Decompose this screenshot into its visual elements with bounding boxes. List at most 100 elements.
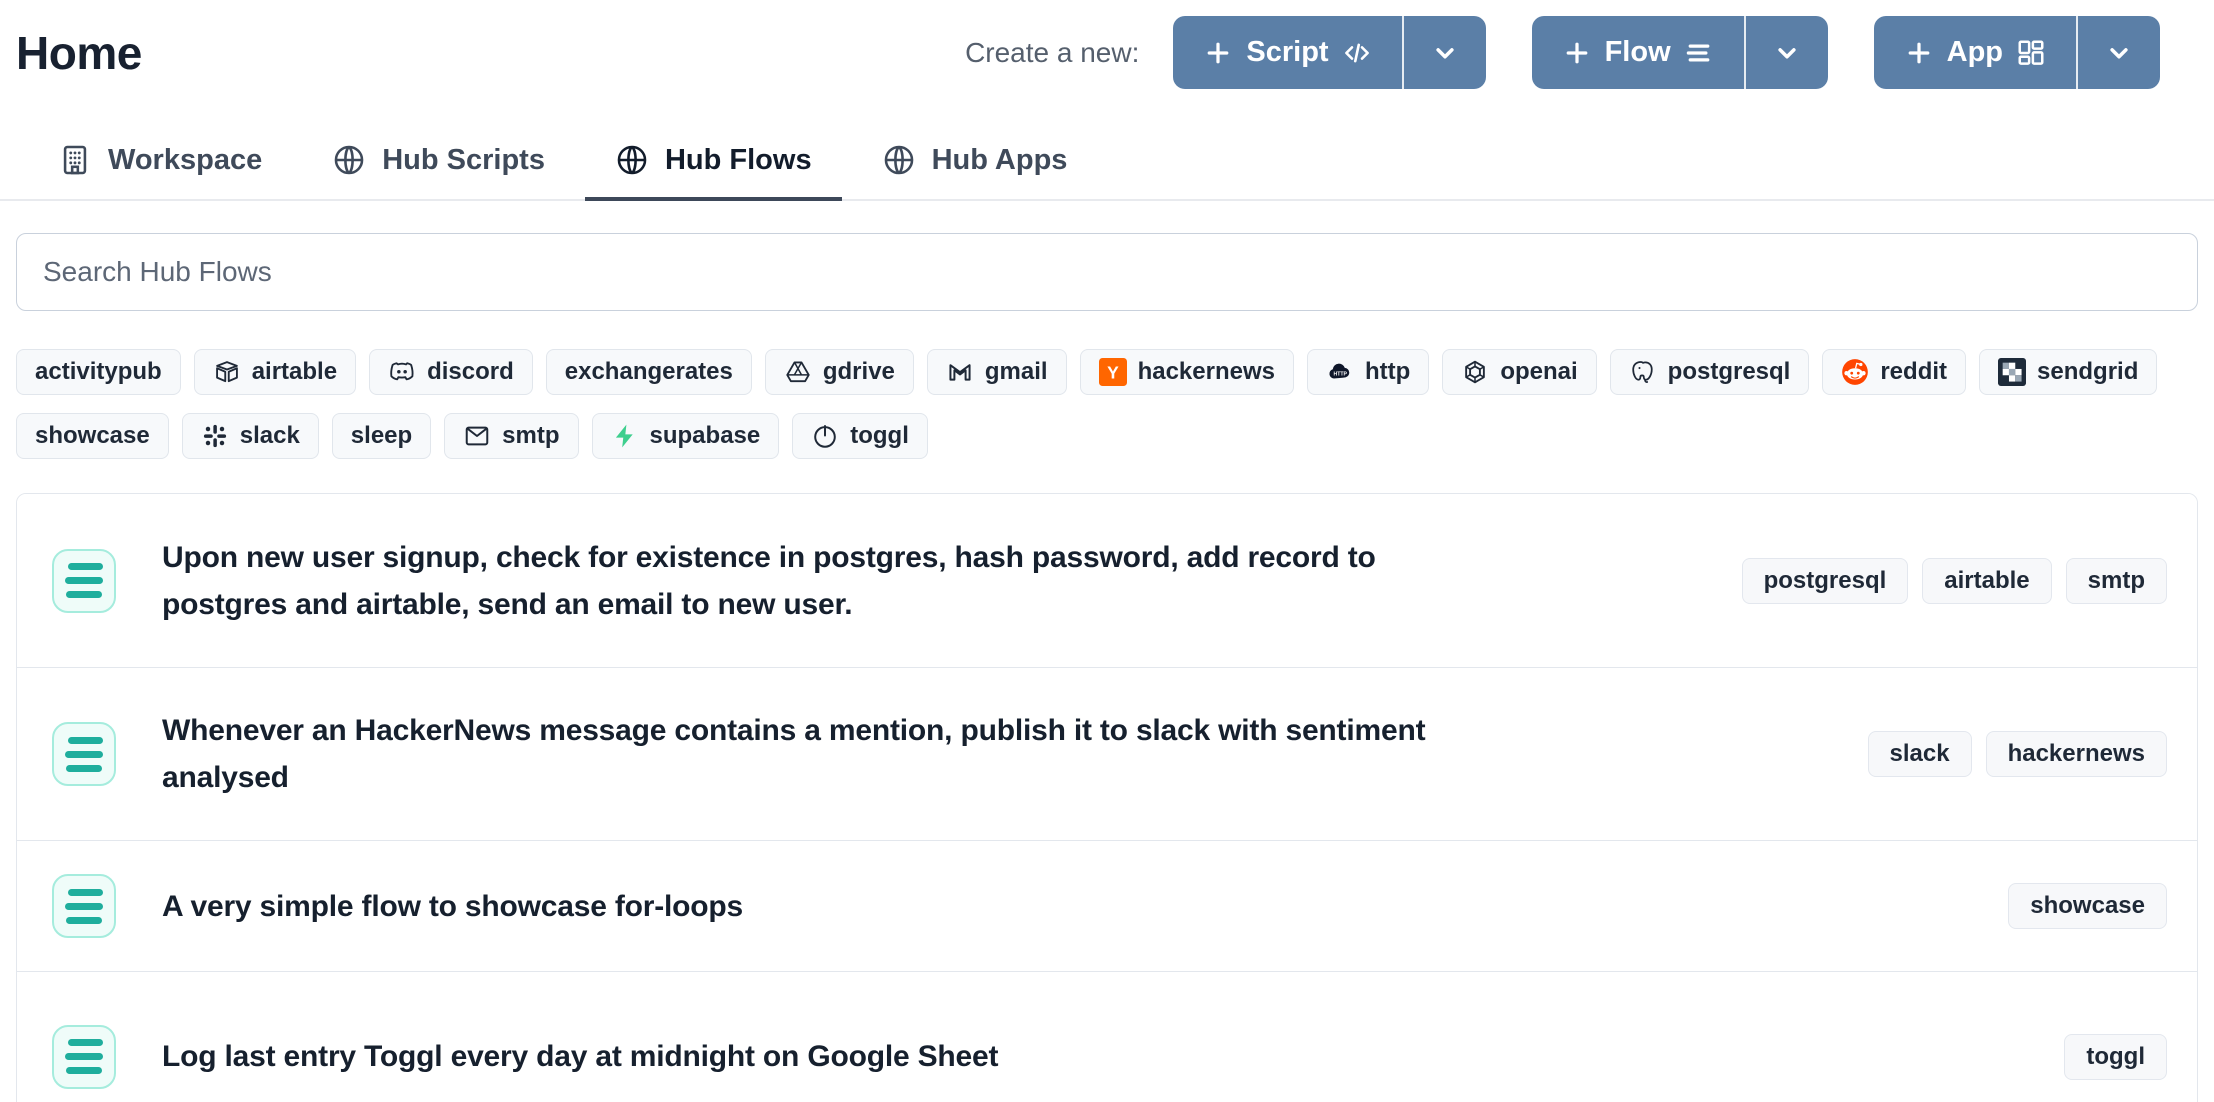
filter-gmail[interactable]: gmail: [927, 349, 1067, 395]
filter-exchangerates[interactable]: exchangerates: [546, 349, 752, 395]
svg-text:Y: Y: [1107, 362, 1119, 382]
flow-row[interactable]: Upon new user signup, check for existenc…: [17, 494, 2197, 667]
http-icon: HTTP: [1326, 358, 1354, 386]
create-new-label: Create a new:: [965, 37, 1139, 69]
flow-tag: postgresql: [1742, 558, 1909, 604]
flow-icon: [52, 874, 116, 938]
filter-supabase[interactable]: supabase: [592, 413, 780, 459]
main-tabs: Workspace Hub Scripts Hub Flows Hub Apps: [0, 123, 2214, 201]
plus-icon: [1904, 38, 1934, 68]
filter-activitypub[interactable]: activitypub: [16, 349, 181, 395]
page-header: Home Create a new: Script Flow: [0, 0, 2214, 93]
filter-reddit[interactable]: reddit: [1822, 349, 1966, 395]
hub-flows-list: Upon new user signup, check for existenc…: [16, 493, 2198, 1102]
flow-row[interactable]: Log last entry Toggl every day at midnig…: [17, 971, 2197, 1102]
flow-tag: slack: [1868, 731, 1972, 777]
flow-title: Whenever an HackerNews message contains …: [162, 707, 1427, 801]
filter-openai[interactable]: openai: [1442, 349, 1596, 395]
flow-title: A very simple flow to showcase for-loops: [162, 883, 743, 930]
globe-icon: [615, 143, 649, 177]
flow-row[interactable]: A very simple flow to showcase for-loops…: [17, 840, 2197, 971]
flow-title: Log last entry Toggl every day at midnig…: [162, 1033, 998, 1080]
flow-tags: showcase: [2008, 883, 2167, 929]
supabase-icon: [611, 422, 639, 450]
search-section: [16, 233, 2198, 311]
globe-icon: [882, 143, 916, 177]
discord-icon: [388, 358, 416, 386]
flow-icon: [52, 549, 116, 613]
filter-pills: activitypub airtable discord exchangerat…: [16, 349, 2198, 459]
filter-discord[interactable]: discord: [369, 349, 533, 395]
new-script-button[interactable]: Script: [1173, 16, 1403, 89]
tab-hub-flows[interactable]: Hub Flows: [585, 123, 842, 201]
page-title: Home: [16, 26, 142, 80]
tab-workspace-label: Workspace: [108, 144, 262, 177]
flow-tag: showcase: [2008, 883, 2167, 929]
flow-tags: toggl: [2064, 1034, 2167, 1080]
chevron-down-icon: [2104, 38, 2134, 68]
create-buttons: Script Flow: [1173, 16, 2160, 89]
flow-tag: smtp: [2066, 558, 2167, 604]
filter-sendgrid[interactable]: sendgrid: [1979, 349, 2157, 395]
gmail-icon: [946, 358, 974, 386]
filter-sleep[interactable]: sleep: [332, 413, 431, 459]
flow-tags: postgresql airtable smtp: [1742, 558, 2167, 604]
filter-toggl[interactable]: toggl: [792, 413, 928, 459]
app-split-button: App: [1874, 16, 2160, 89]
gdrive-icon: [784, 358, 812, 386]
slack-icon: [201, 422, 229, 450]
filter-slack[interactable]: slack: [182, 413, 319, 459]
new-flow-label: Flow: [1605, 36, 1671, 69]
new-app-dropdown-button[interactable]: [2078, 16, 2160, 89]
smtp-icon: [463, 422, 491, 450]
svg-text:HTTP: HTTP: [1334, 371, 1348, 377]
flow-split-button: Flow: [1532, 16, 1828, 89]
tab-hub-flows-label: Hub Flows: [665, 144, 812, 177]
flow-tag: airtable: [1922, 558, 2051, 604]
flow-icon: [52, 722, 116, 786]
filter-smtp[interactable]: smtp: [444, 413, 578, 459]
new-script-label: Script: [1246, 36, 1328, 69]
filter-hackernews[interactable]: Yhackernews: [1080, 349, 1294, 395]
postgresql-icon: [1629, 358, 1657, 386]
plus-icon: [1203, 38, 1233, 68]
filter-airtable[interactable]: airtable: [194, 349, 356, 395]
flow-tag: hackernews: [1986, 731, 2167, 777]
flow-title: Upon new user signup, check for existenc…: [162, 534, 1427, 628]
reddit-icon: [1841, 358, 1869, 386]
flow-row[interactable]: Whenever an HackerNews message contains …: [17, 667, 2197, 840]
airtable-icon: [213, 358, 241, 386]
tab-hub-apps-label: Hub Apps: [932, 144, 1068, 177]
openai-icon: [1461, 358, 1489, 386]
new-app-button[interactable]: App: [1874, 16, 2078, 89]
search-input[interactable]: [16, 233, 2198, 311]
new-flow-button[interactable]: Flow: [1532, 16, 1746, 89]
building-icon: [58, 143, 92, 177]
toggl-icon: [811, 422, 839, 450]
new-flow-dropdown-button[interactable]: [1746, 16, 1828, 89]
chevron-down-icon: [1430, 38, 1460, 68]
script-split-button: Script: [1173, 16, 1485, 89]
create-new-area: Create a new: Script Flow: [965, 16, 2160, 89]
tab-workspace[interactable]: Workspace: [28, 123, 292, 201]
filter-gdrive[interactable]: gdrive: [765, 349, 914, 395]
tab-hub-apps[interactable]: Hub Apps: [852, 123, 1098, 201]
tab-hub-scripts-label: Hub Scripts: [382, 144, 545, 177]
new-script-dropdown-button[interactable]: [1404, 16, 1486, 89]
bars-staggered-icon: [1684, 38, 1714, 68]
grid-icon: [2016, 38, 2046, 68]
new-app-label: App: [1947, 36, 2003, 69]
code-icon: [1342, 38, 1372, 68]
globe-icon: [332, 143, 366, 177]
filter-showcase[interactable]: showcase: [16, 413, 169, 459]
flow-tags: slack hackernews: [1868, 731, 2167, 777]
flow-tag: toggl: [2064, 1034, 2167, 1080]
chevron-down-icon: [1772, 38, 1802, 68]
sendgrid-icon: [1998, 358, 2026, 386]
filter-http[interactable]: HTTPhttp: [1307, 349, 1429, 395]
hackernews-icon: Y: [1099, 358, 1127, 386]
tab-hub-scripts[interactable]: Hub Scripts: [302, 123, 575, 201]
plus-icon: [1562, 38, 1592, 68]
flow-icon: [52, 1025, 116, 1089]
filter-postgresql[interactable]: postgresql: [1610, 349, 1810, 395]
